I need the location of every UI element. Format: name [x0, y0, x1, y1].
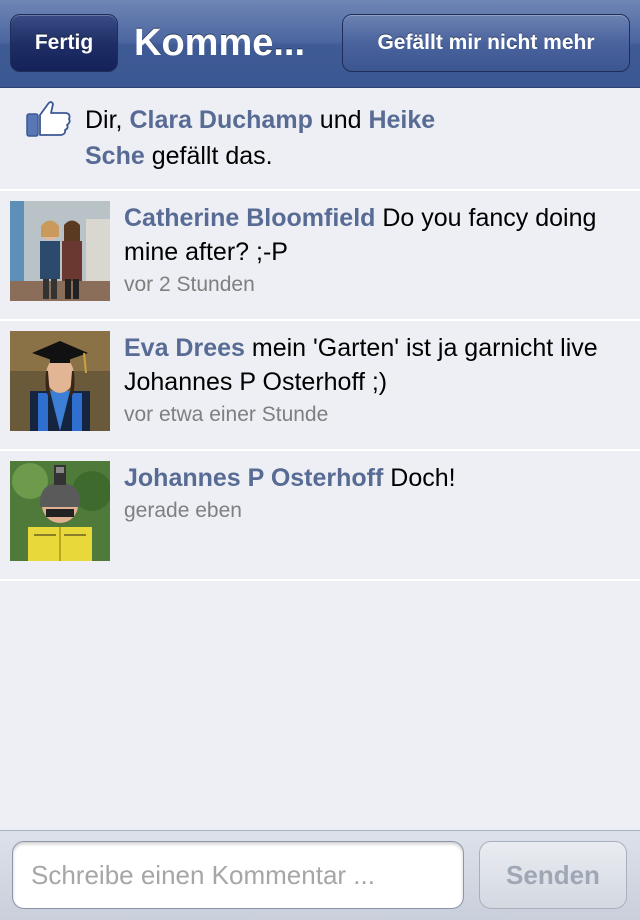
likes-text: Dir, Clara Duchamp und Heike Sche gefäll… [85, 102, 485, 174]
comment-author[interactable]: Eva Drees [124, 334, 245, 362]
unlike-button[interactable]: Gefällt mir nicht mehr [342, 14, 630, 72]
comment-time: vor 2 Stunden [124, 273, 255, 296]
avatar[interactable] [10, 331, 110, 431]
avatar[interactable] [10, 461, 110, 561]
comment-item: Johannes P Osterhoff Doch! gerade eben [0, 451, 640, 581]
avatar[interactable] [10, 201, 110, 301]
likes-summary: Dir, Clara Duchamp und Heike Sche gefäll… [0, 88, 640, 191]
comment-composer: Senden [0, 830, 640, 920]
comment-author[interactable]: Johannes P Osterhoff [124, 464, 383, 492]
likes-suffix: gefällt das. [144, 142, 273, 170]
liker-link-clara[interactable]: Clara Duchamp [129, 106, 312, 134]
comment-time: gerade eben [124, 499, 242, 522]
comment-body: Catherine Bloomfield Do you fancy doing … [124, 201, 624, 301]
thumbs-up-icon [26, 100, 72, 138]
comment-author[interactable]: Catherine Bloomfield [124, 204, 375, 232]
comment-item: Eva Drees mein 'Garten' ist ja garnicht … [0, 321, 640, 451]
page-title: Komme... [134, 21, 306, 64]
comment-text: Doch! [390, 464, 456, 492]
send-button[interactable]: Senden [479, 841, 627, 909]
comment-time: vor etwa einer Stunde [124, 403, 329, 426]
likes-prefix: Dir, [85, 106, 130, 134]
navigation-bar: Fertig Komme... Gefällt mir nicht mehr [0, 0, 640, 88]
comment-item: Catherine Bloomfield Do you fancy doing … [0, 191, 640, 321]
comment-body: Eva Drees mein 'Garten' ist ja garnicht … [124, 331, 624, 431]
likes-connector: und [312, 106, 369, 134]
comment-input[interactable] [12, 841, 464, 909]
done-button[interactable]: Fertig [10, 14, 118, 72]
comment-body: Johannes P Osterhoff Doch! gerade eben [124, 461, 624, 527]
